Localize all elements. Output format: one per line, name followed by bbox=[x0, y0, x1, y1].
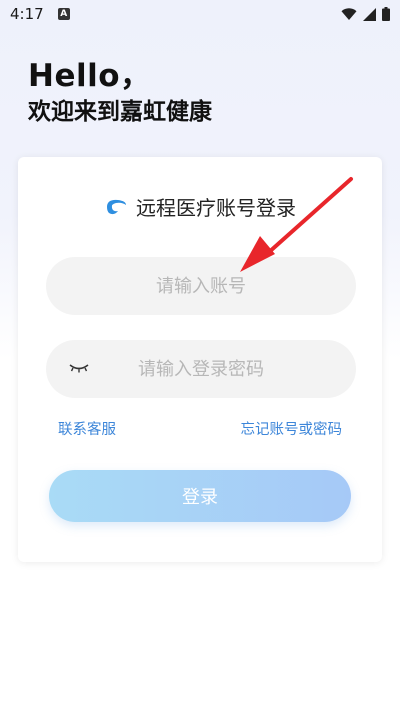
eye-closed-icon[interactable] bbox=[68, 362, 90, 374]
status-bar: 4:17 A bbox=[0, 0, 400, 28]
swirl-logo-icon bbox=[107, 199, 126, 214]
notification-icon: A bbox=[57, 8, 70, 20]
greeting-subtitle: 欢迎来到嘉虹健康 bbox=[28, 99, 212, 125]
card-header: 远程医疗账号登录 bbox=[18, 192, 382, 221]
account-field bbox=[46, 257, 356, 315]
forgot-account-link[interactable]: 忘记账号或密码 bbox=[241, 418, 343, 439]
status-time: 4:17 bbox=[10, 5, 44, 23]
battery-icon bbox=[382, 7, 390, 21]
password-input[interactable] bbox=[99, 357, 303, 381]
login-card: 远程医疗账号登录 联系客服 忘记账号或密码 登录 bbox=[18, 157, 382, 562]
wifi-icon bbox=[341, 7, 357, 20]
login-button[interactable]: 登录 bbox=[49, 470, 351, 522]
signal-icon bbox=[363, 7, 376, 21]
contact-support-link[interactable]: 联系客服 bbox=[58, 418, 116, 439]
account-input[interactable] bbox=[99, 274, 303, 298]
greeting-title: Hello， bbox=[28, 58, 152, 94]
card-title: 远程医疗账号登录 bbox=[136, 196, 296, 220]
password-field bbox=[46, 340, 356, 398]
